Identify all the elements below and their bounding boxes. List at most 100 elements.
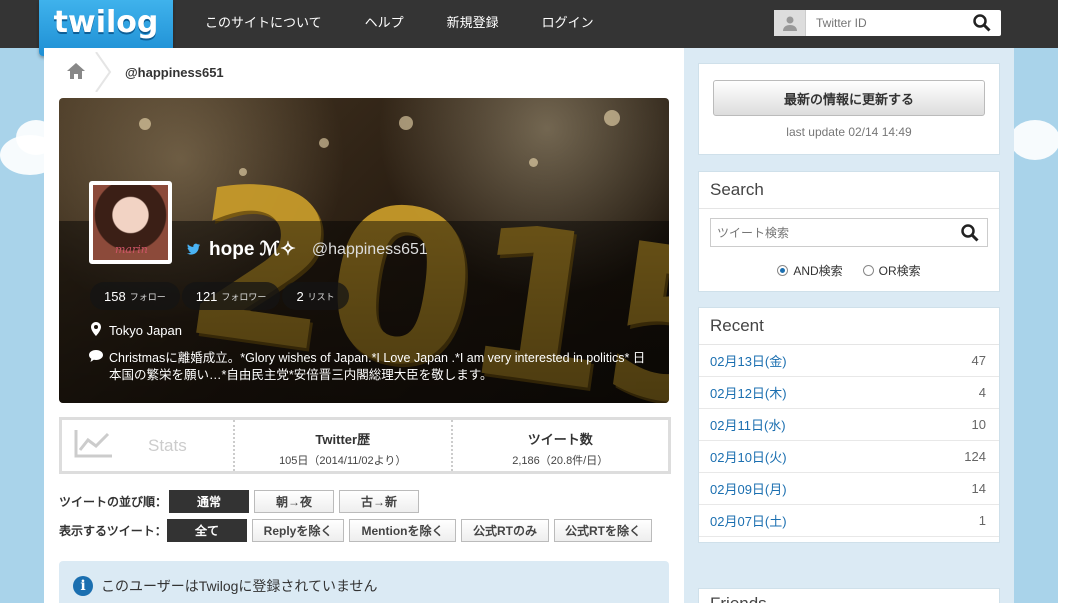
nav-login[interactable]: ログイン [542,0,594,48]
filter-no-rt-button[interactable]: 公式RTを除く [554,519,652,542]
refresh-card: 最新の情報に更新する last update 02/14 14:49 [698,63,1000,155]
follow-label: フォロー [129,291,166,302]
bokeh-light [529,158,538,167]
recent-count: 14 [971,481,986,496]
cloud-decoration [1010,120,1060,160]
search-title: Search [699,172,999,209]
search-icon[interactable] [973,14,991,36]
tweet-filter-row: 表示するツイート： 全て Replyを除く Mentionを除く 公式RTのみ … [59,519,657,542]
stats-label: Stats [148,435,187,455]
follow-count: 158 [104,288,126,304]
location-text: Tokyo Japan [109,323,182,338]
search-icon[interactable] [961,224,979,246]
list-count: 2 [296,288,304,304]
breadcrumb-user[interactable]: @happiness651 [125,65,224,80]
recent-count: 124 [964,449,986,464]
sort-order-label: ツイートの並び順： [59,495,168,509]
twitter-history-value: 105日（2014/11/02より） [279,455,407,467]
sort-old-new-button[interactable]: 古→新 [339,490,419,513]
page-edge [1058,0,1075,603]
header-search [774,10,1001,36]
profile-display-name: hope ℳ✧ [209,239,296,260]
bokeh-light [399,116,413,130]
profile-bio: Christmasに離婚成立。*Glory wishes of Japan.*I… [89,350,649,384]
filter-no-mention-button[interactable]: Mentionを除く [349,519,456,542]
tweet-search-input[interactable] [711,225,951,240]
location-pin-icon [91,322,101,339]
sidebar: 最新の情報に更新する last update 02/14 14:49 Searc… [684,48,1014,603]
filter-all-button[interactable]: 全て [167,519,247,542]
radio-unselected-icon [862,265,874,276]
or-search-radio[interactable]: OR検索 [862,262,921,279]
tweet-count-value: 2,186（20.8件/日） [512,455,609,467]
recent-date: 02月10日(火) [710,450,787,465]
recent-date: 02月12日(木) [710,386,787,401]
info-icon: i [73,576,93,596]
tweet-filter-label: 表示するツイート： [59,524,167,538]
chart-icon [74,428,114,463]
last-update-text: last update 02/14 14:49 [786,125,912,139]
follower-count-pill[interactable]: 121 フォロワー [181,282,281,310]
radio-selected-icon [777,265,789,276]
recent-title: Recent [699,308,999,345]
not-registered-notice: i このユーザーはTwilogに登録されていません [59,561,669,603]
breadcrumb-separator [95,52,112,92]
friends-title: Friends [699,589,999,603]
follower-label: フォロワー [221,291,267,302]
twitter-history-cell: Twitter歴 105日（2014/11/02より） [235,420,453,471]
profile-banner: 2015 marin hope ℳ✧ @happiness651 158フォロー… [59,98,669,403]
refresh-button[interactable]: 最新の情報に更新する [713,80,985,116]
stats-box: Stats Twitter歴 105日（2014/11/02より） ツイート数 … [59,417,671,474]
follower-count: 121 [195,288,218,304]
top-bar: twilog このサイトについて ヘルプ 新規登録 ログイン [0,0,1058,56]
bokeh-light [604,110,620,126]
friends-card: Friends [698,588,1000,603]
bokeh-light [319,138,329,148]
follow-stats: 158 フォロー 121 フォロワー 2 リスト [90,282,349,310]
nav-signup[interactable]: 新規登録 [447,0,499,48]
recent-date: 02月09日(月) [710,482,787,497]
avatar-caption: marin [115,243,148,256]
follow-count-pill[interactable]: 158 フォロー [90,282,180,310]
profile-location: Tokyo Japan [91,322,182,339]
tweet-search-box [710,218,988,247]
or-search-label: OR検索 [878,264,921,278]
user-icon [774,10,806,36]
speech-bubble-icon [89,350,103,384]
stats-label-cell[interactable]: Stats [62,420,235,471]
recent-item[interactable]: 02月11日(水) 10 [699,409,999,441]
tweet-count-cell: ツイート数 2,186（20.8件/日） [453,420,669,471]
sort-normal-button[interactable]: 通常 [169,490,249,513]
home-icon[interactable] [66,62,86,84]
recent-count: 4 [978,385,986,400]
recent-item[interactable]: 02月07日(土) 1 [699,505,999,537]
and-search-label: AND検索 [793,264,843,278]
recent-item[interactable]: 02月13日(金) 47 [699,345,999,377]
breadcrumb: @happiness651 [44,48,684,96]
recent-date: 02月11日(水) [710,418,786,433]
and-search-radio[interactable]: AND検索 [777,262,843,279]
sort-morning-night-button[interactable]: 朝→夜 [254,490,334,513]
avatar[interactable]: marin [89,181,172,264]
nav-help[interactable]: ヘルプ [365,0,404,48]
bokeh-light [139,118,151,130]
main-nav: このサイトについて ヘルプ 新規登録 ログイン [205,0,637,48]
recent-item[interactable]: 02月10日(火) 124 [699,441,999,473]
filter-rt-only-button[interactable]: 公式RTのみ [461,519,549,542]
filter-no-reply-button[interactable]: Replyを除く [252,519,344,542]
recent-count: 47 [971,353,986,368]
search-mode-radios: AND検索 OR検索 [699,262,999,279]
twitter-id-input[interactable] [806,16,956,30]
recent-item[interactable]: 02月09日(月) 14 [699,473,999,505]
recent-count: 1 [978,513,986,528]
recent-date: 02月07日(土) [710,514,787,529]
recent-item[interactable]: 02月12日(木) 4 [699,377,999,409]
twitter-bird-icon [187,240,201,259]
profile-name-row: hope ℳ✧ @happiness651 [187,238,428,261]
twitter-history-title: Twitter歴 [315,432,371,447]
main-column: @happiness651 2015 marin hope ℳ✧ @happin… [44,48,684,603]
list-count-pill[interactable]: 2 リスト [282,282,349,310]
nav-about[interactable]: このサイトについて [205,0,322,48]
bio-text: Christmasに離婚成立。*Glory wishes of Japan.*I… [109,351,646,382]
profile-screen-name[interactable]: @happiness651 [312,241,428,259]
